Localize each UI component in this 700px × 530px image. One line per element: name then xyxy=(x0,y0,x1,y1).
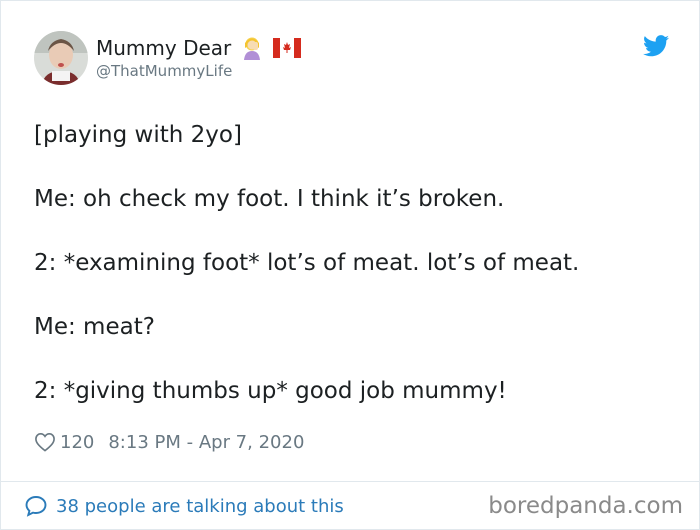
author-block: Mummy Dear @ThatMummyLife xyxy=(96,35,302,80)
tweet-line-blank xyxy=(34,215,664,247)
tweet-line: [playing with 2yo] xyxy=(34,122,242,148)
timestamp[interactable]: 8:13 PM - Apr 7, 2020 xyxy=(108,432,304,453)
canada-flag-icon xyxy=(273,38,302,58)
watermark: boredpanda.com xyxy=(488,493,683,519)
twitter-bird-icon[interactable] xyxy=(643,35,669,57)
tweet-text: [playing with 2yo] Me: oh check my foot.… xyxy=(34,119,664,407)
tweet-card: Mummy Dear @ThatMummyLife [playing with … xyxy=(0,0,700,530)
tweet-line: Me: meat? xyxy=(34,314,155,340)
user-handle[interactable]: @ThatMummyLife xyxy=(96,62,301,80)
like-count[interactable]: 120 xyxy=(60,432,94,453)
tweet-line-blank xyxy=(34,151,664,183)
conversation-link[interactable]: 38 people are talking about this xyxy=(24,493,344,519)
tweet-line: Me: oh check my foot. I think it’s broke… xyxy=(34,186,505,212)
conversation-link-label: 38 people are talking about this xyxy=(56,495,344,517)
speech-bubble-icon xyxy=(24,494,48,518)
name-row: Mummy Dear xyxy=(96,35,302,61)
divider xyxy=(1,481,699,482)
tweet-line: 2: *giving thumbs up* good job mummy! xyxy=(34,378,507,404)
heart-icon[interactable] xyxy=(34,432,56,452)
display-name[interactable]: Mummy Dear xyxy=(96,35,231,61)
avatar[interactable] xyxy=(34,31,88,85)
tweet-line-blank xyxy=(34,279,664,311)
tweet-line-blank xyxy=(34,343,664,375)
tweet-line: 2: *examining foot* lot’s of meat. lot’s… xyxy=(34,250,580,276)
woman-facepalming-icon xyxy=(241,36,263,60)
tweet-meta: 120 8:13 PM - Apr 7, 2020 xyxy=(34,429,304,455)
